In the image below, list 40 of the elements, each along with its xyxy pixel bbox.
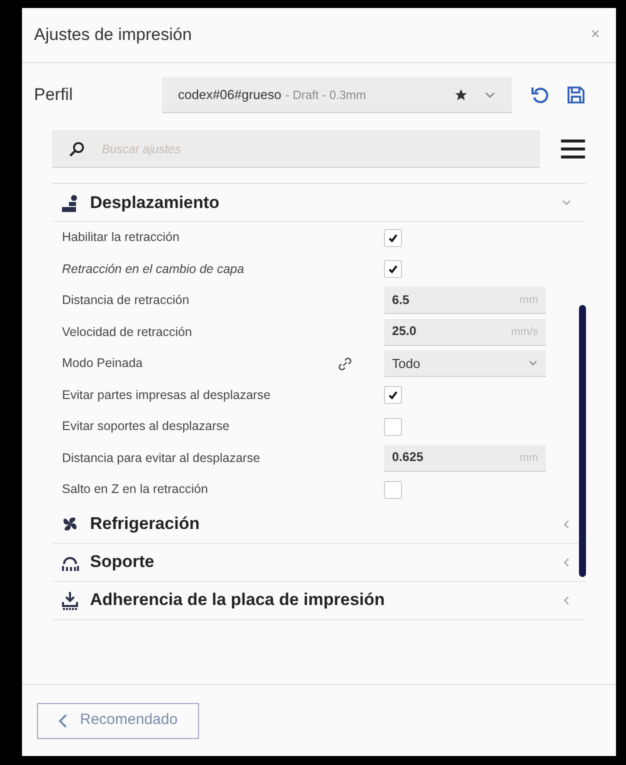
setting-label: Velocidad de retracción: [62, 324, 193, 341]
menu-icon[interactable]: [560, 138, 586, 160]
checkmark-icon: [388, 232, 398, 243]
checkbox[interactable]: [384, 260, 402, 278]
profile-detail: - Draft - 0.3mm: [285, 86, 368, 104]
profile-dropdown[interactable]: codex#06#grueso - Draft - 0.3mm: [162, 77, 512, 113]
setting-label: Retracción en el cambio de capa: [62, 260, 246, 278]
checkbox[interactable]: [384, 228, 402, 247]
profile-label: Perfil: [34, 84, 74, 106]
setting-label: Evitar partes impresas al desplazarse: [62, 386, 272, 404]
chevron-left-icon: [561, 556, 572, 568]
setting-label: Evitar soportes al desplazarse: [62, 418, 230, 436]
dropdown[interactable]: Todo: [384, 350, 546, 378]
search-field[interactable]: Buscar ajustes: [52, 130, 540, 168]
checkmark-icon: [388, 390, 398, 400]
reset-icon[interactable]: [530, 85, 550, 105]
chevron-left-icon: [561, 518, 572, 530]
setting-label: Distancia para evitar al desplazarse: [62, 450, 262, 467]
search-icon: [68, 140, 86, 158]
checkbox[interactable]: [384, 418, 402, 436]
travel-icon: [60, 192, 80, 212]
setting-label: Salto en Z en la retracción: [62, 481, 209, 498]
download-tray-icon: [60, 590, 80, 610]
setting-label: Modo Peinada: [62, 355, 144, 372]
chevron-down-icon: [528, 358, 538, 368]
checkbox[interactable]: [384, 480, 402, 499]
setting-label: Distancia de retracción: [62, 292, 190, 310]
window-title: Ajustes de impresión: [34, 24, 192, 46]
search-input: Buscar ajustes: [102, 140, 524, 158]
save-icon[interactable]: [566, 85, 586, 105]
star-icon[interactable]: [454, 88, 468, 102]
checkmark-icon: [388, 264, 398, 274]
section-header[interactable]: Adherencia de la placa de impresión: [52, 582, 586, 620]
chevron-left-icon: [58, 714, 68, 728]
checkbox[interactable]: [384, 386, 402, 404]
chevron-left-icon: [561, 594, 572, 606]
setting-label: Habilitar la retracción: [62, 229, 180, 246]
chevron-down-icon: [561, 197, 572, 208]
scrollbar[interactable]: [579, 305, 586, 577]
profile-name: codex#06#grueso: [178, 86, 282, 104]
